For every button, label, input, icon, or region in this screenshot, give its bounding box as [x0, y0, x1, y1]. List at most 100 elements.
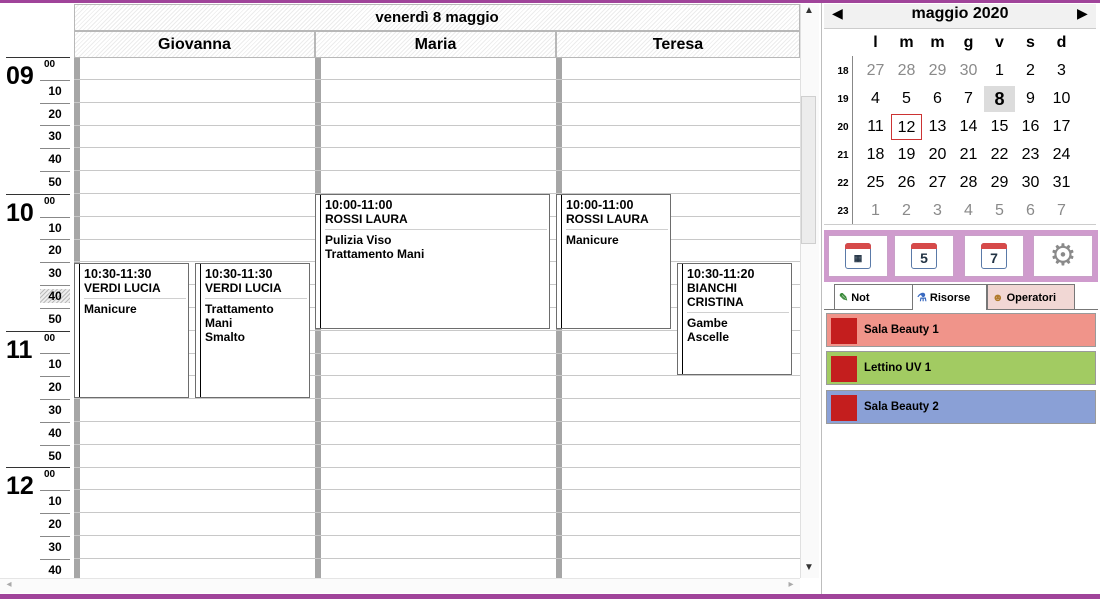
- calendar-day[interactable]: 29: [922, 58, 953, 84]
- calendar-day[interactable]: 1: [860, 198, 891, 224]
- time-slot[interactable]: [74, 172, 800, 194]
- appointment-card[interactable]: 10:00-11:00 ROSSI LAURA Manicure: [556, 194, 671, 329]
- calendar-day[interactable]: 2: [1015, 58, 1046, 84]
- week-number-divider: [852, 56, 853, 224]
- appointment-card[interactable]: 10:00-11:00 ROSSI LAURA Pulizia Viso Tra…: [315, 194, 550, 329]
- minute-label: 00: [44, 469, 56, 481]
- vertical-scrollbar[interactable]: [800, 4, 819, 578]
- operator-header-teresa[interactable]: Teresa: [556, 31, 800, 58]
- calendar-day[interactable]: 29: [984, 170, 1015, 196]
- appointment-card[interactable]: 10:30-11:20 BIANCHI CRISTINA Gambe Ascel…: [677, 263, 792, 375]
- scroll-left-icon[interactable]: ◂: [0, 579, 18, 590]
- calendar-day[interactable]: 30: [1015, 170, 1046, 196]
- time-slot[interactable]: [74, 423, 800, 445]
- time-slot[interactable]: [74, 514, 800, 536]
- calendar-day[interactable]: 30: [953, 58, 984, 84]
- day-view-button[interactable]: ▦: [828, 235, 888, 277]
- calendar-day[interactable]: 20: [922, 142, 953, 168]
- tab-note[interactable]: ✎ Not: [834, 284, 914, 310]
- scroll-up-icon[interactable]: ▲: [800, 5, 818, 16]
- scroll-down-icon[interactable]: ▼: [800, 562, 818, 573]
- settings-button[interactable]: ⚙: [1033, 235, 1093, 277]
- calendar-day[interactable]: 11: [860, 114, 891, 140]
- calendar-day[interactable]: 14: [953, 114, 984, 140]
- appointment-services: Manicure: [84, 302, 137, 316]
- tab-operators-label: Operatori: [1006, 292, 1057, 304]
- minute-label: 50: [48, 175, 62, 189]
- resource-item[interactable]: Lettino UV 1: [826, 351, 1096, 385]
- calendar-day[interactable]: 10: [1046, 86, 1077, 112]
- week-view-button[interactable]: 7: [964, 235, 1024, 277]
- calendar-day[interactable]: 22: [984, 142, 1015, 168]
- time-slot[interactable]: [74, 58, 800, 80]
- calendar-day[interactable]: 16: [1015, 114, 1046, 140]
- time-slot[interactable]: [74, 537, 800, 559]
- time-slot[interactable]: [74, 560, 800, 578]
- time-slot[interactable]: [74, 446, 800, 468]
- time-slot[interactable]: [74, 126, 800, 149]
- calendar-day[interactable]: 8: [984, 86, 1015, 112]
- calendar-day[interactable]: 4: [953, 198, 984, 224]
- calendar-day[interactable]: 3: [922, 198, 953, 224]
- next-month-icon[interactable]: ▶: [1077, 5, 1088, 22]
- calendar-day[interactable]: 6: [922, 86, 953, 112]
- time-slot[interactable]: [74, 400, 800, 422]
- calendar-day[interactable]: 12: [891, 114, 922, 140]
- resource-item[interactable]: Sala Beauty 1: [826, 313, 1096, 347]
- appointment-card[interactable]: 10:30-11:30 VERDI LUCIA Manicure: [74, 263, 189, 398]
- minute-label: 30: [48, 403, 62, 417]
- tab-operators[interactable]: ☻ Operatori: [987, 284, 1075, 310]
- time-slot[interactable]: [74, 149, 800, 172]
- time-slot[interactable]: [74, 491, 800, 514]
- minute-label: 10: [48, 83, 62, 98]
- minute-label: 20: [48, 243, 62, 258]
- calendar-day[interactable]: 27: [922, 170, 953, 196]
- tab-resources[interactable]: ⚗ Risorse: [912, 284, 987, 310]
- time-slot[interactable]: [74, 104, 800, 126]
- operator-header-giovanna[interactable]: Giovanna: [74, 31, 315, 58]
- appointment-time: 10:00-11:00: [325, 198, 393, 212]
- appointment-card[interactable]: 10:30-11:30 VERDI LUCIA Trattamento Mani…: [195, 263, 310, 398]
- weekday-label: g: [963, 34, 974, 51]
- resource-swatch: [831, 395, 857, 421]
- prev-month-icon[interactable]: ◀: [832, 5, 843, 22]
- calendar-day[interactable]: 5: [984, 198, 1015, 224]
- calendar-day[interactable]: 2: [891, 198, 922, 224]
- resource-swatch: [831, 318, 857, 344]
- operator-header-maria[interactable]: Maria: [315, 31, 556, 58]
- time-slot[interactable]: [74, 81, 800, 103]
- calendar-day[interactable]: 19: [891, 142, 922, 168]
- calendar-day[interactable]: 23: [1015, 142, 1046, 168]
- scrollbar-thumb[interactable]: [801, 96, 816, 244]
- horizontal-scrollbar[interactable]: [0, 578, 800, 593]
- calendar-day[interactable]: 7: [953, 86, 984, 112]
- calendar-day[interactable]: 7: [1046, 198, 1077, 224]
- calendar-day[interactable]: 25: [860, 170, 891, 196]
- scroll-right-icon[interactable]: ▸: [782, 579, 800, 590]
- calendar-day[interactable]: 6: [1015, 198, 1046, 224]
- calendar-day[interactable]: 3: [1046, 58, 1077, 84]
- calendar-day[interactable]: 1: [984, 58, 1015, 84]
- calendar-day[interactable]: 15: [984, 114, 1015, 140]
- calendar-day[interactable]: 24: [1046, 142, 1077, 168]
- calendar-day[interactable]: 28: [891, 58, 922, 84]
- calendar-day[interactable]: 21: [953, 142, 984, 168]
- minute-label: 30: [48, 539, 62, 554]
- calendar-day[interactable]: 9: [1015, 86, 1046, 112]
- minute-divider: [40, 125, 70, 127]
- calendar-day[interactable]: 31: [1046, 170, 1077, 196]
- time-slot[interactable]: [74, 468, 800, 491]
- calendar-day[interactable]: 17: [1046, 114, 1077, 140]
- minute-divider: [40, 353, 70, 355]
- calendar-day[interactable]: 18: [860, 142, 891, 168]
- calendar-day[interactable]: 5: [891, 86, 922, 112]
- calendar-day[interactable]: 27: [860, 58, 891, 84]
- minute-label: 40: [48, 152, 62, 167]
- calendar-day[interactable]: 13: [922, 114, 953, 140]
- resource-item[interactable]: Sala Beauty 2: [826, 390, 1096, 424]
- five-day-view-button[interactable]: 5: [894, 235, 954, 277]
- calendar-day[interactable]: 28: [953, 170, 984, 196]
- calendar-day[interactable]: 4: [860, 86, 891, 112]
- calendar-day[interactable]: 26: [891, 170, 922, 196]
- minute-label: 10: [48, 494, 62, 509]
